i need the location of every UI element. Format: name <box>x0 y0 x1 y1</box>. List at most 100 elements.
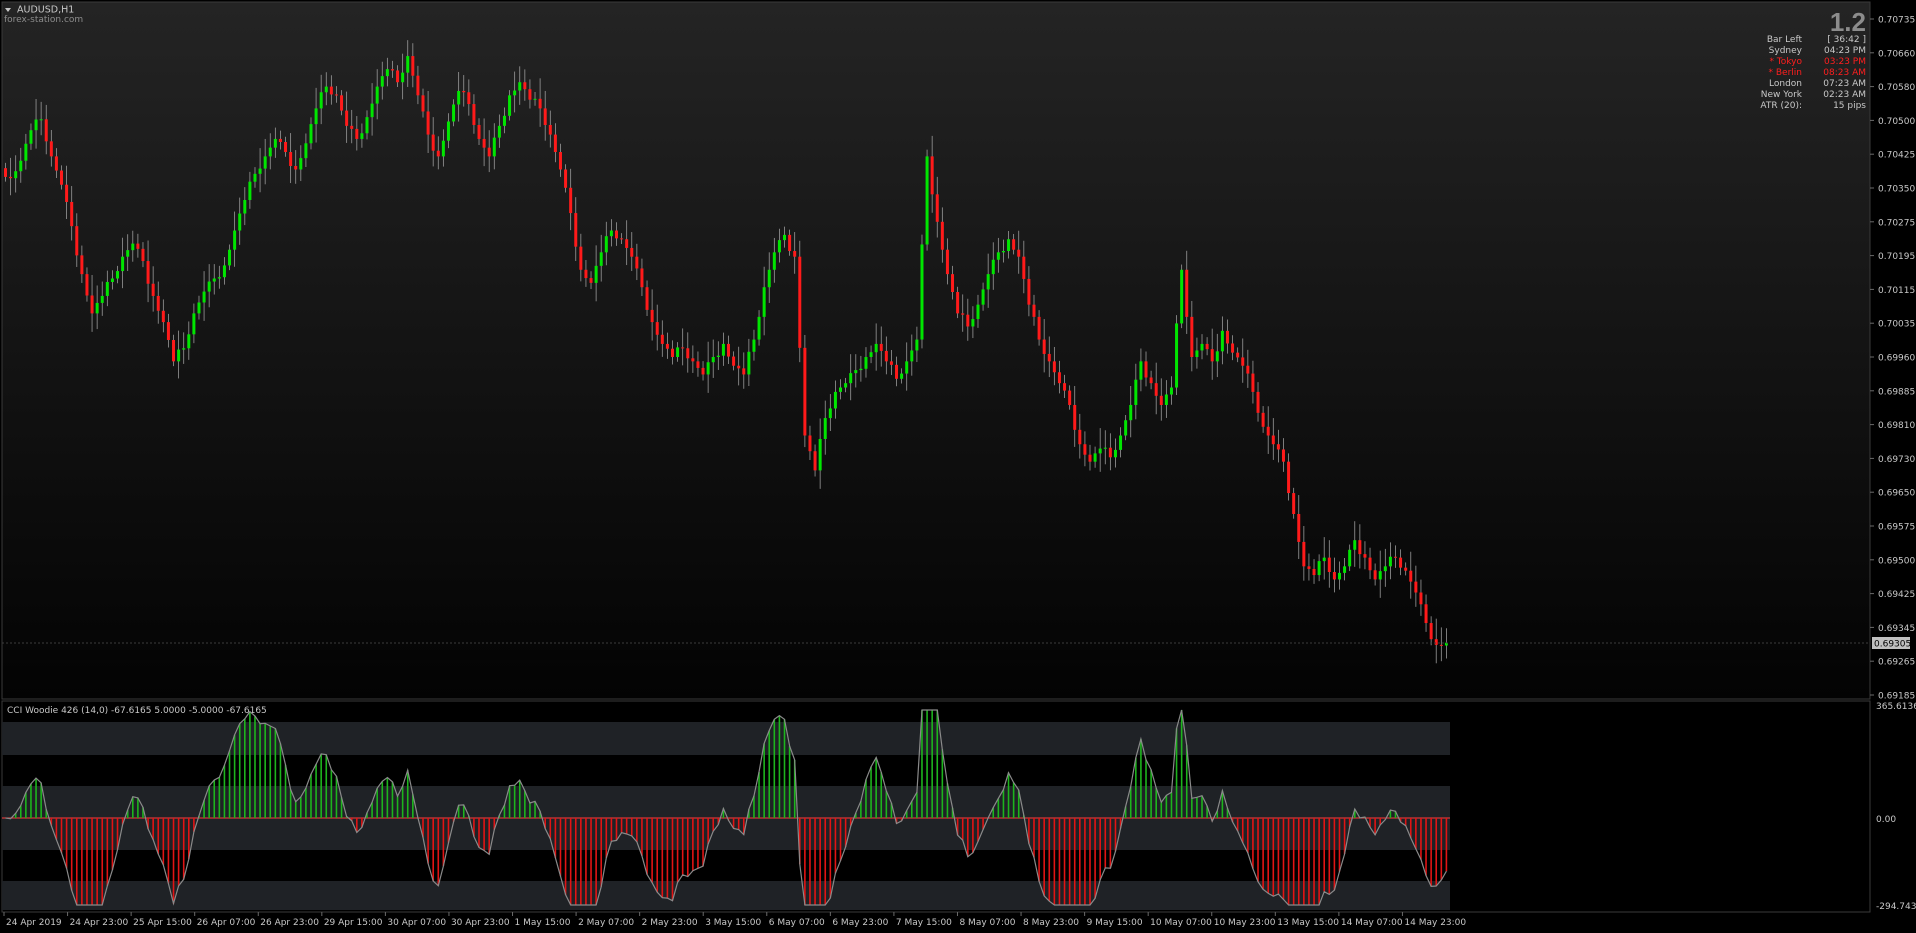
bull-candle <box>385 69 389 77</box>
bull-candle <box>706 362 710 375</box>
bear-candle <box>584 269 588 279</box>
bear-candle <box>553 134 557 153</box>
bear-candle <box>1236 352 1240 358</box>
indicator-axis-label: 0.00 <box>1876 815 1896 825</box>
bear-candle <box>4 168 7 177</box>
time-tick-label: 1 May 15:00 <box>515 918 571 928</box>
bear-candle <box>940 221 944 250</box>
indicator-title: CCI Woodie 426 (14,0) -67.6165 5.0000 -5… <box>7 706 267 716</box>
bear-candle <box>803 347 807 436</box>
bull-candle <box>273 138 277 148</box>
time-tick-label: 14 May 23:00 <box>1404 918 1466 928</box>
bear-candle <box>1297 514 1301 542</box>
indicator-axis-label: -294.7435 <box>1876 902 1916 912</box>
bear-candle <box>1032 304 1036 317</box>
symbol-title: AUDUSD,H1 <box>17 5 74 16</box>
bull-candle <box>905 361 909 374</box>
bull-candle <box>777 240 781 253</box>
bull-candle <box>716 355 720 357</box>
bear-candle <box>1271 435 1275 445</box>
session-label: ATR (20): <box>1760 101 1802 111</box>
bear-candle <box>614 230 618 239</box>
bull-candle <box>1164 394 1168 405</box>
bear-candle <box>355 128 359 139</box>
bull-candle <box>406 56 410 73</box>
bear-candle <box>813 451 817 471</box>
bear-candle <box>278 138 282 142</box>
bear-candle <box>574 213 578 247</box>
session-value: 08:23 AM <box>1823 68 1866 78</box>
bear-candle <box>482 138 486 148</box>
bear-candle <box>467 92 471 105</box>
bear-candle <box>172 339 176 362</box>
bear-candle <box>523 82 527 90</box>
session-label: * Berlin <box>1769 68 1802 78</box>
bull-candle <box>513 90 517 96</box>
bear-candle <box>1261 412 1265 427</box>
bull-candle <box>1195 350 1199 357</box>
bear-candle <box>90 295 94 314</box>
bull-candle <box>594 265 598 283</box>
bear-candle <box>1373 570 1377 580</box>
time-tick-label: 6 May 07:00 <box>769 918 825 928</box>
trading-chart[interactable]: AUDUSD,H1 forex-station.com 1.2 Bar Left… <box>0 0 1916 933</box>
bear-candle <box>146 261 150 284</box>
bull-candle <box>828 408 832 419</box>
bull-candle <box>29 130 33 144</box>
bull-candle <box>1139 361 1143 380</box>
bull-candle <box>1378 571 1382 580</box>
bear-candle <box>329 86 333 95</box>
bull-candle <box>116 271 120 279</box>
bear-candle <box>396 70 400 83</box>
time-axis: 24 Apr 2019 24 Apr 23:00 25 Apr 15:00 26 Ap… <box>3 912 1466 928</box>
bull-candle <box>1353 540 1357 550</box>
bear-candle <box>416 75 420 96</box>
cci-lower-band <box>2 881 1450 910</box>
bear-candle <box>1210 349 1214 362</box>
bull-candle <box>1124 420 1128 436</box>
bull-candle <box>1317 561 1321 576</box>
bull-candle <box>839 387 843 392</box>
bull-candle <box>721 343 725 356</box>
bear-candle <box>294 165 298 170</box>
bear-candle <box>732 356 736 366</box>
bear-candle <box>793 251 797 257</box>
bull-candle <box>105 281 109 296</box>
bull-candle <box>268 147 272 157</box>
bear-candle <box>65 184 69 202</box>
bear-candle <box>1327 557 1331 573</box>
bear-candle <box>737 365 741 369</box>
bear-candle <box>538 98 542 109</box>
bull-candle <box>1093 453 1097 462</box>
bull-candle <box>900 373 904 379</box>
bull-candle <box>95 302 99 314</box>
bear-candle <box>665 343 669 349</box>
indicator-axis-label: 365.6136 <box>1876 702 1916 712</box>
bear-candle <box>589 278 593 283</box>
price-tick-label: 0.70425 <box>1878 151 1915 161</box>
bull-candle <box>233 230 237 250</box>
bear-candle <box>1363 554 1367 558</box>
bull-candle <box>1348 549 1352 567</box>
bull-candle <box>19 160 23 172</box>
price-tick-label: 0.70275 <box>1878 218 1915 228</box>
bear-candle <box>1205 343 1209 350</box>
bear-candle <box>1439 644 1443 646</box>
bear-candle <box>487 147 491 157</box>
bear-candle <box>1246 365 1250 374</box>
bear-candle <box>1144 361 1148 378</box>
bull-candle <box>844 383 848 388</box>
bull-candle <box>783 234 787 241</box>
bear-candle <box>1429 623 1433 640</box>
session-label: Sydney <box>1769 46 1803 56</box>
bear-candle <box>1149 377 1153 384</box>
time-tick-label: 24 Apr 23:00 <box>70 918 129 928</box>
bear-candle <box>625 239 629 248</box>
bull-candle <box>1169 387 1173 395</box>
bear-candle <box>1083 444 1087 455</box>
bear-candle <box>528 89 532 100</box>
price-tick-label: 0.69960 <box>1878 354 1915 364</box>
price-panel[interactable] <box>1 1 1871 700</box>
bear-candle <box>334 94 338 96</box>
bull-candle <box>910 350 914 362</box>
